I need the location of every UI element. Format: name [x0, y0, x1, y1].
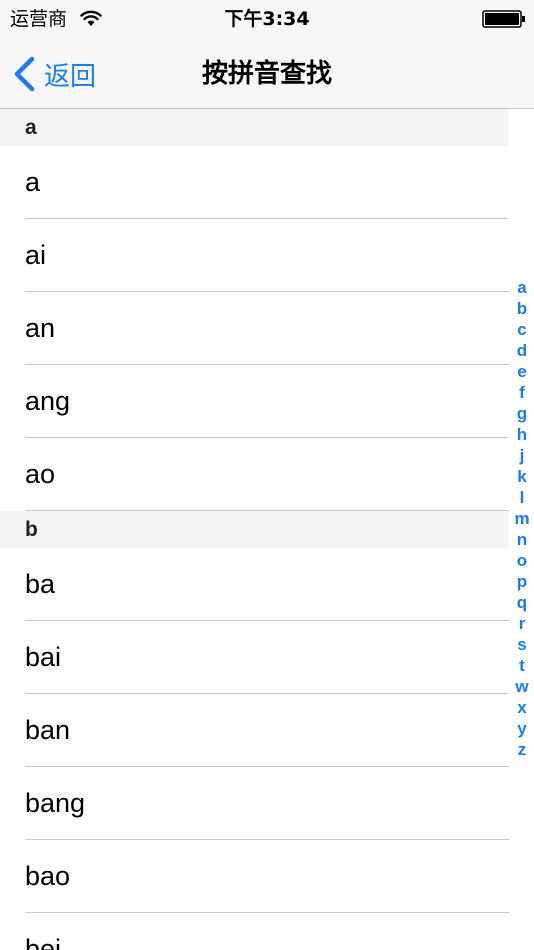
index-letter-a[interactable]: a — [517, 277, 526, 298]
pinyin-list[interactable]: a a ai an ang ao b ba bai ban bang bao b… — [0, 109, 509, 950]
index-letter-k[interactable]: k — [517, 466, 526, 487]
navigation-bar: 按拼音查找 返回 — [0, 40, 534, 109]
index-letter-s[interactable]: s — [517, 634, 526, 655]
list-item[interactable]: an — [0, 292, 509, 365]
clock: 下午3:34 — [224, 8, 310, 30]
index-letter-d[interactable]: d — [517, 340, 527, 361]
section-header-a: a — [0, 109, 509, 146]
battery-icon — [482, 10, 525, 28]
index-letter-f[interactable]: f — [519, 382, 525, 403]
screen: 运营商 下午3:34 按拼音查找 返回 a a ai an ang ao b b… — [0, 0, 534, 950]
index-letter-t[interactable]: t — [519, 655, 525, 676]
index-letter-j[interactable]: j — [520, 445, 525, 466]
index-letter-m[interactable]: m — [514, 508, 529, 529]
back-button[interactable]: 返回 — [12, 52, 96, 96]
index-letter-n[interactable]: n — [517, 529, 527, 550]
list-item[interactable]: ai — [0, 219, 509, 292]
index-letter-g[interactable]: g — [517, 403, 527, 424]
index-letter-o[interactable]: o — [517, 550, 527, 571]
index-letter-c[interactable]: c — [517, 319, 526, 340]
chevron-left-icon — [14, 56, 35, 92]
index-letter-q[interactable]: q — [517, 592, 527, 613]
back-button-label: 返回 — [44, 61, 97, 92]
list-item[interactable]: a — [0, 146, 509, 219]
section-index-bar[interactable]: a b c d e f g h j k l m n o p q r s t w … — [510, 277, 534, 760]
index-letter-b[interactable]: b — [517, 298, 527, 319]
index-letter-w[interactable]: w — [515, 676, 528, 697]
index-letter-e[interactable]: e — [517, 361, 526, 382]
list-item[interactable]: bang — [0, 767, 509, 840]
status-bar: 运营商 下午3:34 — [0, 0, 534, 40]
list-item[interactable]: ban — [0, 694, 509, 767]
index-letter-h[interactable]: h — [517, 424, 527, 445]
index-letter-z[interactable]: z — [518, 739, 527, 760]
list-item[interactable]: bao — [0, 840, 509, 913]
index-letter-r[interactable]: r — [519, 613, 526, 634]
list-item[interactable]: ao — [0, 438, 509, 511]
section-header-b: b — [0, 511, 509, 548]
list-item[interactable]: bai — [0, 621, 509, 694]
index-letter-y[interactable]: y — [517, 718, 526, 739]
list-item[interactable]: ba — [0, 548, 509, 621]
list-item[interactable]: bei — [0, 913, 509, 950]
index-letter-l[interactable]: l — [520, 487, 525, 508]
index-letter-x[interactable]: x — [517, 697, 526, 718]
index-letter-p[interactable]: p — [517, 571, 527, 592]
list-item[interactable]: ang — [0, 365, 509, 438]
